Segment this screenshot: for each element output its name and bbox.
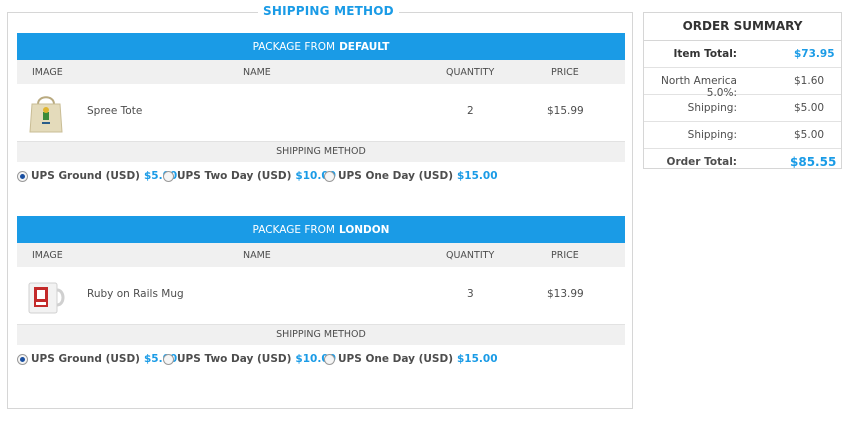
items-table-header: IMAGE NAME QUANTITY PRICE [17, 243, 625, 267]
order-summary: ORDER SUMMARY Item Total: $73.95 North A… [643, 12, 842, 169]
shipping-method-legend: SHIPPING METHOD [258, 4, 399, 18]
rate-ups-two-day[interactable]: UPS Two Day (USD) $10.00 [163, 170, 336, 182]
item-price: $15.99 [547, 105, 584, 117]
radio-icon[interactable] [324, 170, 335, 182]
shipping-row: Shipping: $5.00 [644, 122, 841, 149]
shipping-row: Shipping: $5.00 [644, 95, 841, 122]
rate-label: UPS One Day (USD) [338, 170, 453, 182]
package-location: LONDON [339, 223, 390, 236]
order-total-label: Order Total: [666, 156, 737, 168]
shipping-rates: UPS Ground (USD) $5.00 UPS Two Day (USD)… [17, 345, 625, 373]
radio-icon[interactable] [163, 353, 174, 365]
radio-icon[interactable] [324, 353, 335, 365]
rate-cost: $15.00 [457, 170, 498, 182]
col-quantity: QUANTITY [446, 250, 495, 261]
col-image: IMAGE [32, 250, 63, 261]
radio-icon[interactable] [17, 353, 28, 365]
radio-icon[interactable] [17, 170, 28, 182]
package-header: PACKAGE FROM LONDON [17, 216, 625, 243]
shipping-rates: UPS Ground (USD) $5.00 UPS Two Day (USD)… [17, 162, 625, 190]
rate-label: UPS Ground (USD) [31, 170, 140, 182]
package-prefix: PACKAGE FROM [252, 40, 336, 53]
item-name: Ruby on Rails Mug [87, 288, 184, 300]
item-total-label: Item Total: [673, 48, 737, 60]
rate-label: UPS Two Day (USD) [177, 353, 292, 365]
col-image: IMAGE [32, 67, 63, 78]
item-total-value: $73.95 [794, 48, 835, 60]
order-total-row: Order Total: $85.55 [644, 149, 841, 175]
rate-label: UPS Ground (USD) [31, 353, 140, 365]
col-quantity: QUANTITY [446, 67, 495, 78]
package-header: PACKAGE FROM DEFAULT [17, 33, 625, 60]
shipping-label: Shipping: [687, 129, 737, 141]
table-row: Ruby on Rails Mug 3 $13.99 [17, 267, 625, 324]
package-prefix: PACKAGE FROM [252, 223, 335, 236]
rate-ups-two-day[interactable]: UPS Two Day (USD) $10.00 [163, 353, 336, 365]
rate-ups-one-day[interactable]: UPS One Day (USD) $15.00 [324, 170, 498, 182]
item-total-row: Item Total: $73.95 [644, 41, 841, 68]
package-location: DEFAULT [339, 40, 390, 53]
rate-label: UPS Two Day (USD) [177, 170, 292, 182]
item-name: Spree Tote [87, 105, 143, 117]
col-name: NAME [243, 67, 271, 78]
rate-ups-one-day[interactable]: UPS One Day (USD) $15.00 [324, 353, 498, 365]
table-row: Spree Tote 2 $15.99 [17, 84, 625, 141]
rate-label: UPS One Day (USD) [338, 353, 453, 365]
item-quantity: 2 [467, 105, 474, 117]
tote-bag-thumbnail[interactable] [25, 92, 67, 134]
shipping-value: $5.00 [794, 129, 825, 141]
shipping-method-subheader: SHIPPING METHOD [17, 324, 625, 345]
shipping-method-subheader: SHIPPING METHOD [17, 141, 625, 162]
order-summary-title: ORDER SUMMARY [644, 13, 841, 41]
tax-row: North America 5.0%: $1.60 [644, 68, 841, 99]
rate-ups-ground[interactable]: UPS Ground (USD) $5.00 [17, 353, 177, 365]
package-default: PACKAGE FROM DEFAULT IMAGE NAME QUANTITY… [17, 33, 625, 190]
mug-thumbnail[interactable] [25, 275, 67, 317]
col-price: PRICE [551, 250, 579, 261]
col-price: PRICE [551, 67, 579, 78]
package-london: PACKAGE FROM LONDON IMAGE NAME QUANTITY … [17, 216, 625, 373]
shipping-label: Shipping: [687, 102, 737, 114]
rate-cost: $15.00 [457, 353, 498, 365]
col-name: NAME [243, 250, 271, 261]
item-quantity: 3 [467, 288, 474, 300]
tax-value: $1.60 [794, 75, 825, 87]
rate-ups-ground[interactable]: UPS Ground (USD) $5.00 [17, 170, 177, 182]
items-table-header: IMAGE NAME QUANTITY PRICE [17, 60, 625, 84]
item-price: $13.99 [547, 288, 584, 300]
radio-icon[interactable] [163, 170, 174, 182]
shipping-value: $5.00 [794, 102, 825, 114]
order-total-value: $85.55 [790, 155, 837, 169]
